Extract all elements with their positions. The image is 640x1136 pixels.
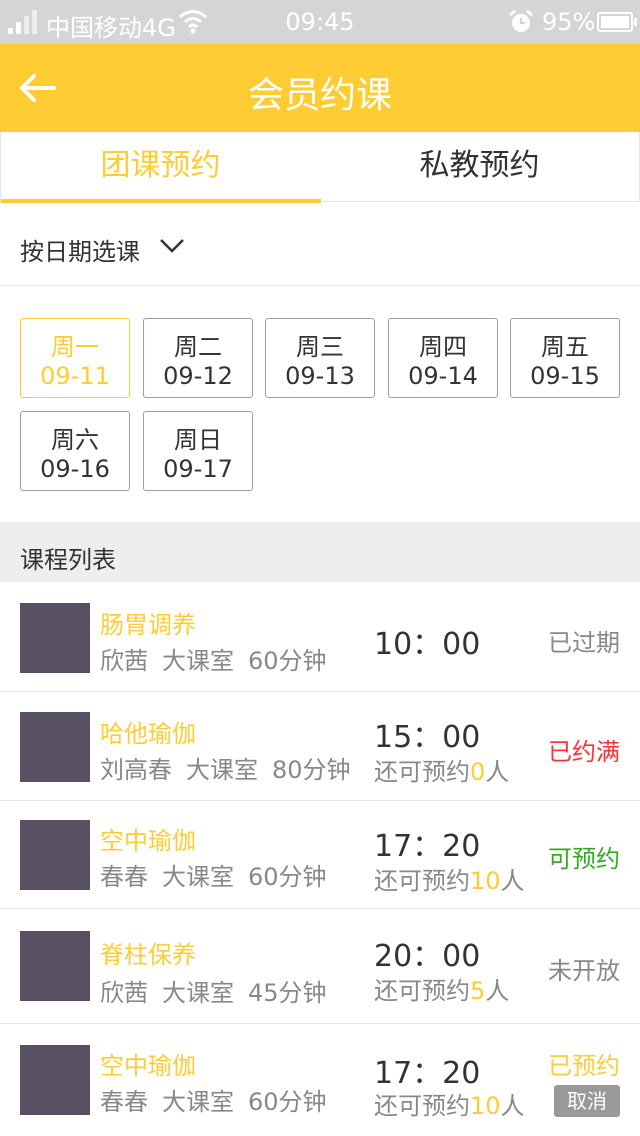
day-button-sun[interactable]: 周日 09-17 — [143, 411, 253, 491]
course-meta: 刘高春 大课室 80分钟 — [100, 750, 365, 785]
course-name: 空中瑜伽 — [100, 1052, 196, 1080]
course-time: 17：20 — [374, 829, 481, 864]
remaining-prefix: 还可预约 — [374, 867, 470, 895]
remaining-count: 10 — [470, 867, 501, 895]
remaining-prefix: 还可预约 — [374, 758, 470, 786]
remaining-suffix: 人 — [485, 758, 510, 786]
course-duration: 45分钟 — [248, 979, 327, 1007]
course-room: 大课室 — [186, 756, 258, 784]
course-meta: 春春 大课室 60分钟 — [100, 1082, 341, 1117]
course-remaining: 还可预约0人 — [374, 752, 509, 787]
day-date: 09-16 — [40, 455, 110, 483]
remaining-prefix: 还可预约 — [374, 977, 470, 1005]
course-room: 大课室 — [162, 1088, 234, 1116]
course-duration: 60分钟 — [248, 863, 327, 891]
course-status: 已约满 — [548, 738, 620, 766]
course-list-header: 课程列表 — [0, 522, 640, 582]
course-duration: 60分钟 — [248, 1088, 327, 1116]
remaining-count: 10 — [470, 1092, 501, 1120]
course-status: 已预约 — [548, 1052, 620, 1080]
status-bar: 中国移动4G 09:45 95% — [0, 0, 640, 44]
day-weekday: 周一 — [51, 333, 99, 361]
day-weekday: 周四 — [419, 333, 467, 361]
tab-group-class[interactable]: 团课预约 — [0, 132, 321, 203]
course-thumbnail — [20, 931, 90, 1001]
day-weekday: 周六 — [51, 426, 99, 454]
day-date: 09-12 — [163, 362, 233, 390]
date-filter[interactable]: 按日期选课 — [0, 202, 640, 286]
day-button-thu[interactable]: 周四 09-14 — [388, 318, 498, 398]
day-button-mon[interactable]: 周一 09-11 — [20, 318, 130, 398]
course-name: 哈他瑜伽 — [100, 720, 196, 748]
day-date: 09-15 — [530, 362, 600, 390]
course-thumbnail — [20, 1045, 90, 1115]
day-button-wed[interactable]: 周三 09-13 — [265, 318, 375, 398]
remaining-count: 5 — [470, 977, 486, 1005]
course-room: 大课室 — [162, 863, 234, 891]
course-name: 肠胃调养 — [100, 611, 196, 639]
day-date: 09-13 — [285, 362, 355, 390]
course-time: 10：00 — [374, 627, 481, 662]
course-time: 20：00 — [374, 939, 481, 974]
battery-percent: 95% — [542, 8, 596, 36]
course-remaining: 还可预约10人 — [374, 861, 525, 896]
course-status: 可预约 — [548, 845, 620, 873]
course-thumbnail — [20, 603, 90, 673]
day-button-tue[interactable]: 周二 09-12 — [143, 318, 253, 398]
app-header: 会员约课 — [0, 44, 640, 132]
cancel-booking-button[interactable]: 取消 — [554, 1085, 620, 1117]
tab-bar: 团课预约 私教预约 — [0, 132, 640, 203]
course-coach: 欣茜 — [100, 979, 148, 1007]
course-meta: 欣茜 大课室 60分钟 — [100, 641, 341, 676]
course-thumbnail — [20, 712, 90, 782]
course-row[interactable]: 空中瑜伽 春春 大课室 60分钟 17：20 还可预约10人 可预约 — [0, 801, 640, 909]
course-remaining: 还可预约5人 — [374, 971, 509, 1006]
remaining-suffix: 人 — [485, 977, 510, 1005]
course-room: 大课室 — [162, 647, 234, 675]
course-row[interactable]: 肠胃调养 欣茜 大课室 60分钟 10：00 已过期 — [0, 583, 640, 692]
course-duration: 60分钟 — [248, 647, 327, 675]
course-time: 15：00 — [374, 720, 481, 755]
day-button-sat[interactable]: 周六 09-16 — [20, 411, 130, 491]
course-name: 脊柱保养 — [100, 941, 196, 969]
course-meta: 欣茜 大课室 45分钟 — [100, 973, 341, 1008]
course-coach: 春春 — [100, 1088, 148, 1116]
course-duration: 80分钟 — [272, 756, 351, 784]
course-row[interactable]: 空中瑜伽 春春 大课室 60分钟 17：20 还可预约10人 已预约 取消 — [0, 1024, 640, 1136]
course-status: 已过期 — [548, 629, 620, 657]
date-filter-label: 按日期选课 — [20, 238, 140, 266]
remaining-count: 0 — [470, 758, 486, 786]
course-coach: 欣茜 — [100, 647, 148, 675]
course-coach: 春春 — [100, 863, 148, 891]
remaining-prefix: 还可预约 — [374, 1092, 470, 1120]
course-coach: 刘高春 — [100, 756, 172, 784]
day-date: 09-14 — [408, 362, 478, 390]
day-weekday: 周日 — [174, 426, 222, 454]
course-meta: 春春 大课室 60分钟 — [100, 857, 341, 892]
tab-private-coach[interactable]: 私教预约 — [320, 132, 640, 202]
day-date: 09-17 — [163, 455, 233, 483]
day-weekday: 周三 — [296, 333, 344, 361]
page-title: 会员约课 — [247, 75, 392, 116]
course-status: 未开放 — [548, 957, 620, 985]
course-room: 大课室 — [162, 979, 234, 1007]
remaining-suffix: 人 — [500, 867, 525, 895]
day-weekday: 周五 — [541, 333, 589, 361]
chevron-down-icon[interactable] — [158, 236, 186, 256]
course-row[interactable]: 脊柱保养 欣茜 大课室 45分钟 20：00 还可预约5人 未开放 — [0, 909, 640, 1024]
day-button-fri[interactable]: 周五 09-15 — [510, 318, 620, 398]
course-thumbnail — [20, 820, 90, 890]
alarm-icon — [509, 9, 533, 32]
course-row[interactable]: 哈他瑜伽 刘高春 大课室 80分钟 15：00 还可预约0人 已约满 — [0, 692, 640, 801]
remaining-suffix: 人 — [500, 1092, 525, 1120]
section-title: 课程列表 — [20, 546, 116, 574]
day-date: 09-11 — [40, 362, 110, 390]
course-name: 空中瑜伽 — [100, 827, 196, 855]
course-remaining: 还可预约10人 — [374, 1086, 525, 1121]
battery-icon — [597, 12, 637, 32]
day-weekday: 周二 — [174, 333, 222, 361]
